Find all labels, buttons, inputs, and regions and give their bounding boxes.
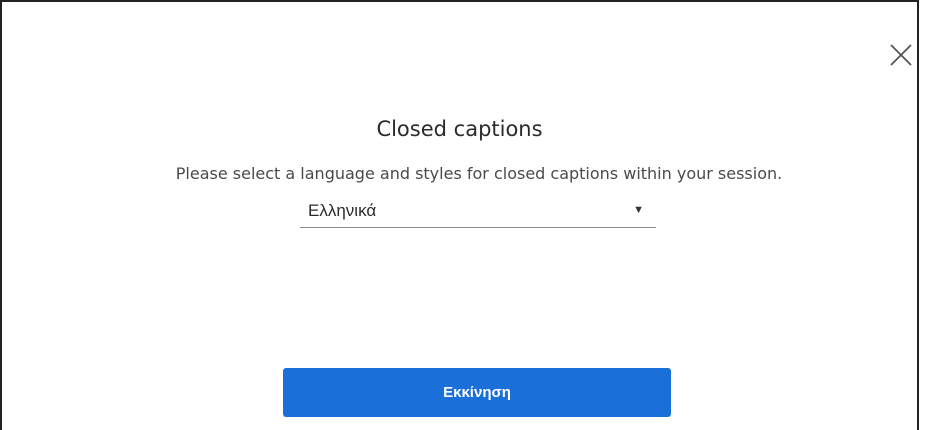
language-select[interactable]: Ελληνικά ▼ bbox=[300, 197, 656, 228]
closed-captions-dialog: Closed captions Please select a language… bbox=[0, 0, 919, 430]
language-select-value: Ελληνικά bbox=[308, 201, 377, 220]
close-button[interactable] bbox=[888, 42, 914, 68]
caret-down-icon: ▼ bbox=[633, 204, 644, 216]
close-icon bbox=[890, 44, 912, 66]
start-button[interactable]: Εκκίνηση bbox=[283, 368, 671, 417]
dialog-title: Closed captions bbox=[376, 117, 543, 141]
dialog-description: Please select a language and styles for … bbox=[175, 164, 783, 183]
